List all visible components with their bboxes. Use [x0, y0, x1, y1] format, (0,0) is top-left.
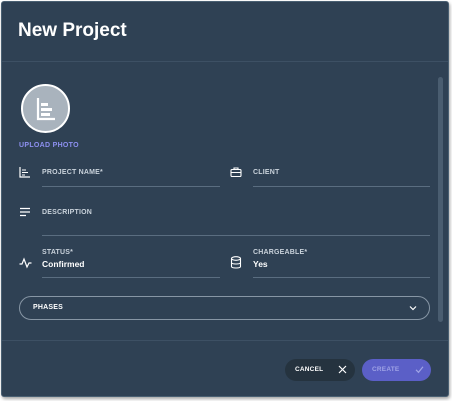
- project-photo[interactable]: [21, 84, 70, 133]
- phases-dropdown[interactable]: PHASES: [19, 296, 430, 320]
- chargeable-underline: [253, 277, 430, 278]
- chevron-down-icon: [409, 306, 417, 311]
- dialog-header: New Project: [2, 2, 448, 62]
- status-label: STATUS*: [42, 249, 74, 256]
- create-button-label: CREATE: [372, 366, 400, 373]
- phases-label: PHASES: [33, 304, 63, 311]
- status-select[interactable]: Confirmed: [42, 259, 220, 273]
- new-project-dialog: New Project UPLOAD PHOTO PROJECT NAME* C…: [1, 1, 449, 397]
- pulse-icon: [19, 257, 32, 269]
- check-icon: [415, 366, 424, 374]
- project-name-underline: [42, 186, 220, 187]
- close-icon: [338, 365, 347, 374]
- database-icon: [230, 256, 242, 269]
- description-input[interactable]: [42, 214, 430, 234]
- cancel-button-label: CANCEL: [295, 366, 324, 373]
- scrollbar[interactable]: [438, 77, 443, 322]
- text-lines-icon: [20, 207, 30, 217]
- dialog-title: New Project: [18, 20, 127, 41]
- project-name-input[interactable]: [42, 172, 220, 186]
- create-button[interactable]: CREATE: [362, 359, 431, 381]
- briefcase-icon: [230, 167, 242, 178]
- client-underline: [253, 186, 430, 187]
- chargeable-select[interactable]: Yes: [253, 259, 430, 273]
- description-underline: [42, 235, 430, 236]
- upload-photo-link[interactable]: UPLOAD PHOTO: [19, 142, 79, 149]
- cancel-button[interactable]: CANCEL: [285, 359, 355, 381]
- client-input[interactable]: [253, 172, 430, 186]
- project-chart-icon: [36, 98, 55, 121]
- chart-icon: [19, 167, 30, 178]
- chargeable-label: CHARGEABLE*: [253, 249, 308, 256]
- status-underline: [42, 277, 220, 278]
